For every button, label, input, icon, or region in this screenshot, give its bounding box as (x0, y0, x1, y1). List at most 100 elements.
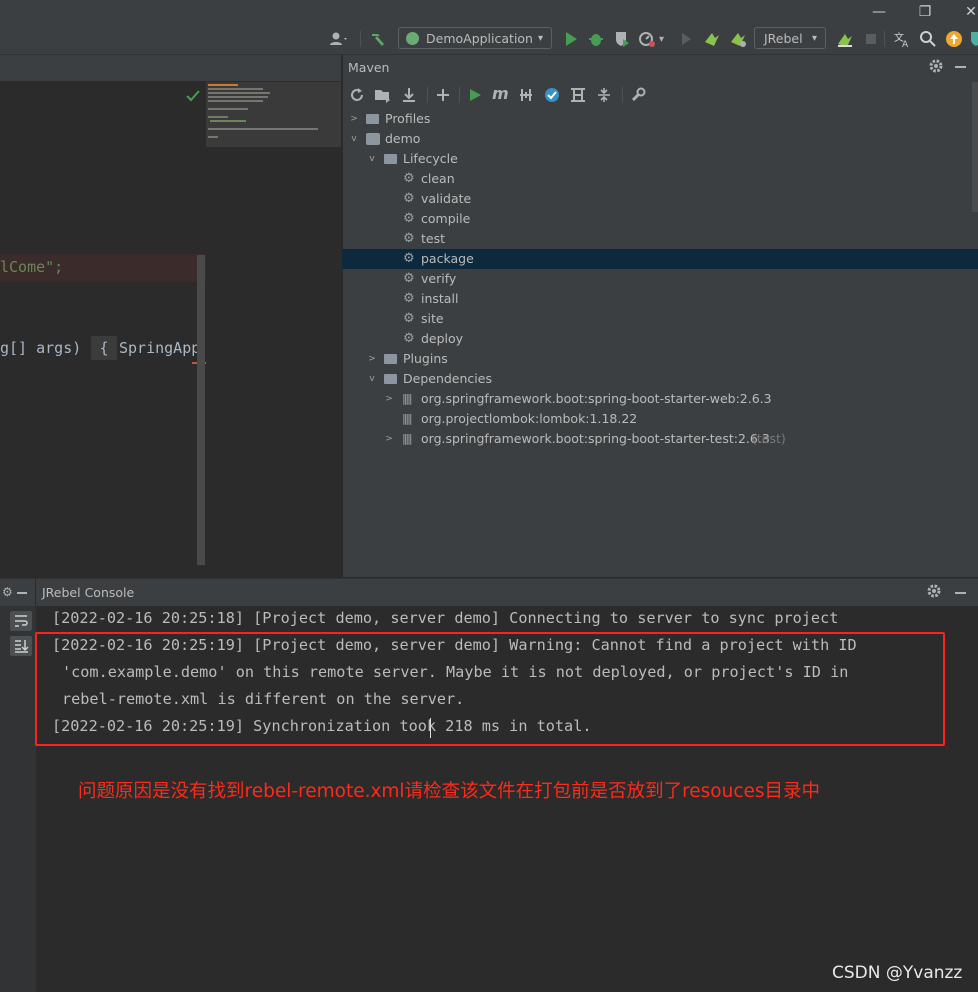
toolbar-separator (622, 87, 623, 103)
translate-icon[interactable]: 文A (892, 29, 912, 50)
chevron-down-icon[interactable]: v (366, 149, 378, 169)
gear-icon[interactable]: ⚙ (2, 585, 13, 599)
lifecycle-phase-item-selected[interactable]: ⚙ package (342, 249, 978, 269)
chevron-right-icon[interactable]: > (383, 389, 395, 409)
run-configuration-select[interactable]: DemoApplication ▾ (398, 27, 552, 49)
hide-panel-icon[interactable] (955, 66, 966, 68)
execute-goal-icon[interactable]: m (492, 84, 509, 103)
console-header: ⚙ JRebel Console (0, 578, 978, 606)
coverage-shield-icon[interactable] (612, 29, 632, 49)
tree-label: clean (421, 171, 455, 186)
shield-icon[interactable] (968, 29, 978, 49)
close-button[interactable]: ✕ (958, 2, 978, 22)
skip-tests-icon[interactable] (544, 87, 560, 107)
lifecycle-phase-item[interactable]: ⚙ deploy (342, 329, 978, 349)
build-hammer-icon[interactable] (368, 29, 388, 49)
folder-icon (384, 354, 397, 364)
tree-item-profiles[interactable]: > Profiles (342, 109, 978, 129)
annotation-text: 问题原因是没有找到rebel-remote.xml请检查该文件在打包前是否放到了… (78, 781, 821, 802)
gear-icon: ⚙ (403, 291, 415, 306)
scroll-to-end-icon[interactable] (10, 636, 32, 656)
lifecycle-phase-item[interactable]: ⚙ clean (342, 169, 978, 189)
chevron-right-icon[interactable]: > (348, 109, 360, 129)
maven-toolbar: m (342, 82, 978, 108)
code-minimap[interactable] (206, 82, 341, 147)
user-icon[interactable] (328, 29, 348, 49)
tree-item-dependencies[interactable]: v Dependencies (342, 369, 978, 389)
chevron-down-icon[interactable]: v (366, 369, 378, 389)
soft-wrap-icon[interactable] (10, 611, 32, 631)
lifecycle-phase-item[interactable]: ⚙ install (342, 289, 978, 309)
main-toolbar: DemoApplication ▾ ▾ JRebel ▾ 文A (0, 24, 978, 55)
dependency-item[interactable]: ||||| org.projectlombok:lombok:1.18.22 (342, 409, 978, 429)
profiler-icon[interactable] (637, 29, 657, 49)
show-dependencies-icon[interactable] (570, 87, 586, 107)
reload-icon[interactable] (349, 87, 365, 107)
chevron-down-icon: ▾ (811, 33, 817, 44)
toolbar-separator (360, 31, 361, 47)
jrebel-select[interactable]: JRebel ▾ (754, 27, 826, 49)
maven-scrollbar[interactable] (972, 82, 978, 212)
download-icon[interactable] (401, 87, 417, 107)
jrebel-sync-icon[interactable] (835, 29, 855, 49)
maven-title: Maven (348, 60, 390, 75)
hide-panel-icon[interactable] (955, 592, 966, 594)
tree-item-demo[interactable]: v demo (342, 129, 978, 149)
lifecycle-phase-item[interactable]: ⚙ site (342, 309, 978, 329)
lifecycle-phase-item[interactable]: ⚙ compile (342, 209, 978, 229)
tree-item-plugins[interactable]: > Plugins (342, 349, 978, 369)
lifecycle-phase-item[interactable]: ⚙ validate (342, 189, 978, 209)
folder-icon (366, 114, 379, 124)
reimport-folder-icon[interactable] (374, 87, 392, 107)
gear-icon[interactable] (926, 583, 942, 603)
toggle-offline-icon[interactable] (518, 87, 534, 107)
dependency-item[interactable]: > ||||| org.springframework.boot:spring-… (342, 429, 978, 449)
tree-label: deploy (421, 331, 464, 346)
debug-icon[interactable] (586, 29, 606, 49)
run-icon[interactable] (561, 29, 581, 49)
toolbar-separator (459, 87, 460, 103)
console-gutter (0, 606, 36, 992)
code-folded-brace[interactable]: { (91, 336, 117, 360)
toolbar-separator (427, 87, 428, 103)
tree-label: compile (421, 211, 471, 226)
window-title-bar: — ❐ ✕ (0, 0, 978, 24)
tree-item-lifecycle[interactable]: v Lifecycle (342, 149, 978, 169)
search-icon[interactable] (918, 29, 938, 49)
add-icon[interactable] (435, 87, 451, 107)
chevron-down-icon[interactable]: ▾ (659, 34, 664, 45)
no-problems-check-icon (186, 87, 200, 106)
run-config-label: DemoApplication (426, 31, 533, 46)
gear-icon[interactable] (928, 58, 944, 78)
highlight-box (35, 632, 945, 746)
maven-header: Maven (342, 55, 978, 81)
minimize-button[interactable]: — (866, 2, 892, 22)
tree-label: install (421, 291, 459, 306)
lifecycle-phase-item[interactable]: ⚙ test (342, 229, 978, 249)
hide-panel-icon[interactable] (17, 592, 27, 594)
chevron-right-icon[interactable]: > (366, 349, 378, 369)
lifecycle-phase-item[interactable]: ⚙ verify (342, 269, 978, 289)
collapse-all-icon[interactable] (596, 87, 612, 107)
stop-icon[interactable] (861, 29, 881, 49)
code-line-main: g[] args) (0, 339, 82, 357)
tree-label: demo (385, 131, 421, 146)
wrench-icon[interactable] (630, 87, 646, 107)
tree-label: Lifecycle (403, 151, 458, 166)
restore-button[interactable]: ❐ (912, 2, 938, 22)
tree-label: Plugins (403, 351, 448, 366)
editor-scrollbar[interactable] (197, 255, 205, 565)
console-title: JRebel Console (42, 585, 135, 600)
update-icon[interactable] (944, 29, 964, 49)
tree-label: org.projectlombok:lombok:1.18.22 (421, 411, 638, 426)
jrebel-run-icon[interactable] (702, 29, 722, 49)
chevron-right-icon[interactable]: > (383, 429, 395, 449)
run-maven-icon[interactable] (467, 87, 483, 107)
tree-label: Dependencies (403, 371, 492, 386)
jrebel-debug-icon[interactable] (728, 29, 748, 49)
gear-icon: ⚙ (403, 271, 415, 286)
dependency-item[interactable]: > ||||| org.springframework.boot:spring-… (342, 389, 978, 409)
resume-icon[interactable] (676, 29, 696, 49)
dependency-scope: (test) (752, 431, 786, 446)
chevron-down-icon[interactable]: v (348, 129, 360, 149)
